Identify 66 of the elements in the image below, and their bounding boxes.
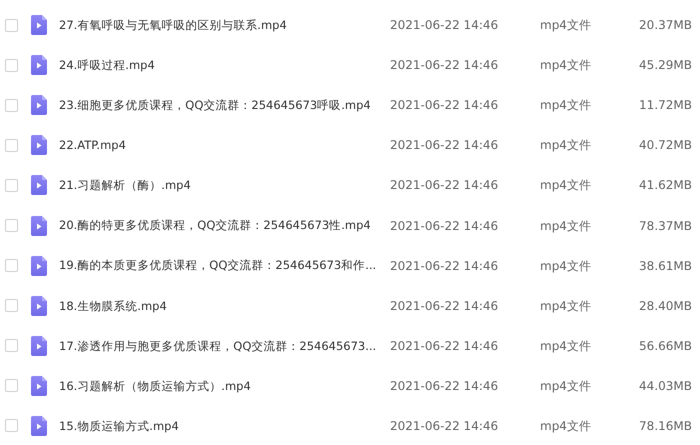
- file-size: 20.37MB: [639, 17, 692, 34]
- file-name[interactable]: 24.呼吸过程.mp4: [59, 58, 155, 72]
- video-file-icon: [31, 296, 47, 316]
- video-file-icon: [31, 135, 47, 156]
- row-checkbox[interactable]: [5, 138, 18, 152]
- row-checkbox[interactable]: [5, 419, 18, 432]
- file-name[interactable]: 18.生物膜系统.mp4: [59, 298, 167, 313]
- file-size: 56.66MB: [639, 338, 692, 355]
- file-size: 44.03MB: [639, 378, 692, 395]
- row-checkbox[interactable]: [5, 18, 18, 32]
- row-checkbox[interactable]: [5, 379, 18, 392]
- modified-date: 2021-06-22 14:46: [390, 218, 498, 233]
- file-type: mp4文件: [540, 338, 591, 353]
- modified-date: 2021-06-22 14:46: [390, 418, 498, 433]
- modified-date: 2021-06-22 14:46: [390, 298, 498, 313]
- file-name[interactable]: 21.习题解析（酶）.mp4: [59, 178, 191, 192]
- modified-date: 2021-06-22 14:46: [390, 18, 498, 32]
- file-name[interactable]: 17.渗透作用与胞更多优质课程，QQ交流群：254645673...: [59, 338, 376, 353]
- row-checkbox[interactable]: [5, 259, 18, 272]
- modified-date: 2021-06-22 14:46: [390, 338, 498, 353]
- file-size: 78.37MB: [639, 218, 692, 235]
- video-file-icon: [31, 95, 47, 116]
- modified-date: 2021-06-22 14:46: [390, 258, 498, 273]
- file-name[interactable]: 20.酶的特更多优质课程，QQ交流群：254645673性.mp4: [59, 218, 371, 232]
- file-type: mp4文件: [540, 218, 591, 233]
- file-size: 28.40MB: [639, 298, 692, 315]
- file-type: mp4文件: [540, 178, 591, 192]
- row-checkbox[interactable]: [5, 178, 18, 192]
- file-size: 11.72MB: [639, 97, 692, 114]
- modified-date: 2021-06-22 14:46: [390, 178, 498, 192]
- video-file-icon: [31, 15, 47, 36]
- file-name[interactable]: 16.习题解析（物质运输方式）.mp4: [59, 378, 251, 393]
- file-size: 40.72MB: [639, 137, 692, 154]
- modified-date: 2021-06-22 14:46: [390, 138, 498, 152]
- file-name[interactable]: 22.ATP.mp4: [59, 138, 126, 152]
- file-type: mp4文件: [540, 258, 591, 273]
- file-size: 41.62MB: [639, 177, 692, 194]
- file-type: mp4文件: [540, 378, 591, 393]
- file-type: mp4文件: [540, 418, 591, 433]
- file-type: mp4文件: [540, 58, 591, 72]
- row-checkbox[interactable]: [5, 339, 18, 352]
- video-file-icon: [31, 256, 47, 276]
- row-checkbox[interactable]: [5, 299, 18, 312]
- modified-date: 2021-06-22 14:46: [390, 378, 498, 393]
- video-file-icon: [31, 376, 47, 396]
- file-size: 78.16MB: [639, 418, 692, 435]
- row-checkbox[interactable]: [5, 58, 18, 72]
- video-file-icon: [31, 416, 47, 436]
- video-file-icon: [31, 175, 47, 196]
- row-checkbox[interactable]: [5, 219, 18, 232]
- file-type: mp4文件: [540, 138, 591, 152]
- file-name[interactable]: 19.酶的本质更多优质课程，QQ交流群：254645673和作...: [59, 258, 376, 272]
- file-type: mp4文件: [540, 18, 591, 32]
- modified-date: 2021-06-22 14:46: [390, 98, 498, 112]
- file-name[interactable]: 23.细胞更多优质课程，QQ交流群：254645673呼吸.mp4: [59, 98, 371, 112]
- file-name[interactable]: 27.有氧呼吸与无氧呼吸的区别与联系.mp4: [59, 18, 287, 32]
- video-file-icon: [31, 55, 47, 76]
- modified-date: 2021-06-22 14:46: [390, 58, 498, 72]
- row-checkbox[interactable]: [5, 98, 18, 112]
- video-file-icon: [31, 216, 47, 236]
- file-size: 38.61MB: [639, 258, 692, 275]
- file-size: 45.29MB: [639, 57, 692, 74]
- file-type: mp4文件: [540, 298, 591, 313]
- file-type: mp4文件: [540, 98, 591, 112]
- video-file-icon: [31, 336, 47, 356]
- file-name[interactable]: 15.物质运输方式.mp4: [59, 418, 179, 433]
